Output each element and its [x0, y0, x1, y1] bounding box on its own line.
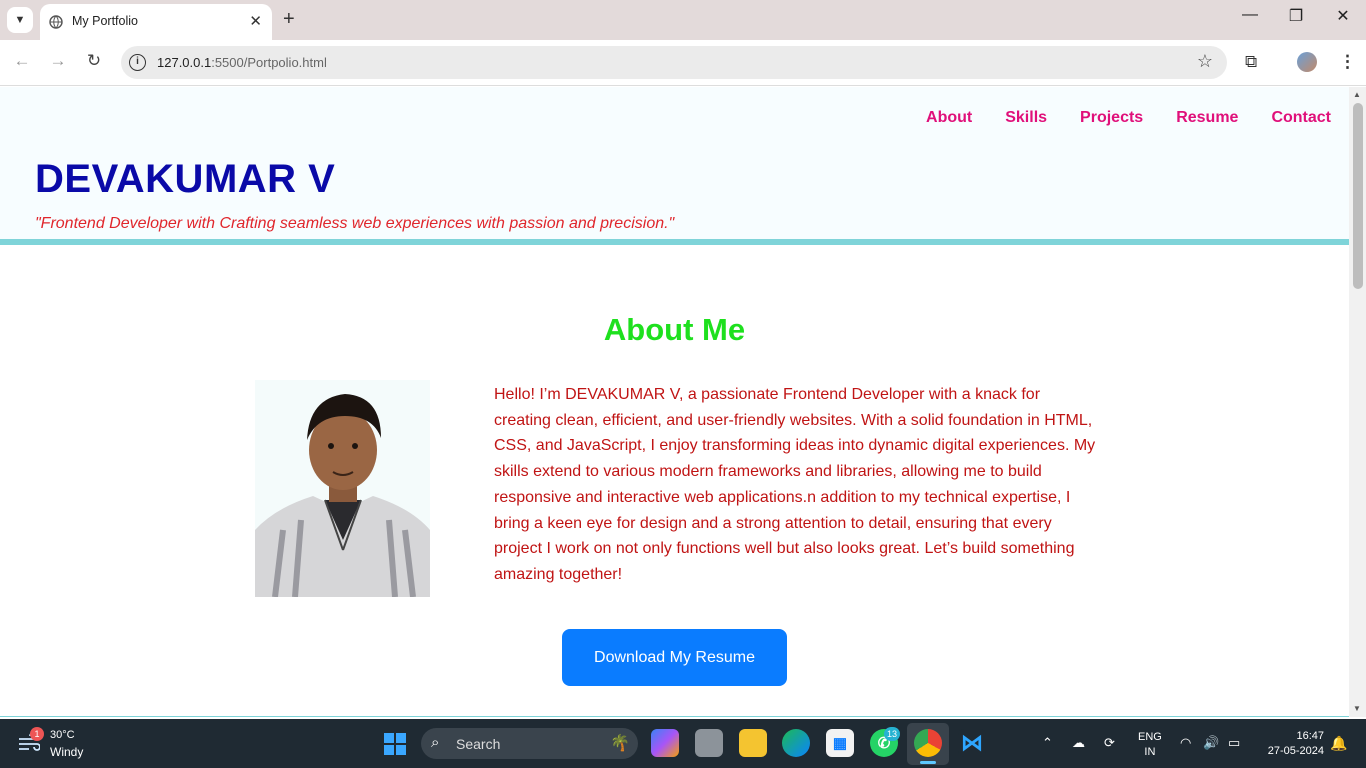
- tab-search-button[interactable]: ▼: [7, 7, 33, 33]
- edge-browser-icon[interactable]: [782, 729, 810, 757]
- about-paragraph: Hello! I’m DEVAKUMAR V, a passionate Fro…: [494, 386, 1096, 583]
- windows-taskbar: 1 30°C Windy ⌕ Search 🌴 ▦ ✆ 13 ⋈ ⌃ ☁ ⟳ E…: [0, 719, 1366, 768]
- clock-time: 16:47: [1296, 730, 1324, 742]
- vscode-icon[interactable]: ⋈: [958, 729, 986, 757]
- whatsapp-unread-badge: 13: [884, 727, 900, 741]
- language-code: ENG: [1138, 731, 1162, 743]
- minimize-icon[interactable]: —: [1230, 6, 1270, 24]
- address-bar[interactable]: i 127.0.0.1:5500/Portpolio.html ☆: [121, 46, 1227, 79]
- weather-temperature[interactable]: 30°C: [50, 729, 75, 741]
- file-explorer-icon[interactable]: [739, 729, 767, 757]
- tab-title: My Portfolio: [72, 14, 138, 28]
- nav-link-about[interactable]: About: [926, 109, 972, 127]
- browser-toolbar: ← → ↻ i 127.0.0.1:5500/Portpolio.html ☆ …: [0, 40, 1366, 86]
- page-scrollbar[interactable]: ▲ ▼: [1349, 87, 1366, 717]
- battery-icon[interactable]: ▭: [1228, 735, 1240, 751]
- region-code: IN: [1144, 746, 1156, 758]
- forward-arrow-icon[interactable]: →: [46, 51, 70, 71]
- site-name: DEVAKUMAR V: [35, 157, 336, 201]
- url-text[interactable]: 127.0.0.1:5500/Portpolio.html: [157, 55, 327, 70]
- browser-tab[interactable]: My Portfolio ✕: [40, 4, 272, 40]
- volume-icon[interactable]: 🔊: [1203, 735, 1219, 751]
- system-clock[interactable]: 16:47 27-05-2024: [1258, 729, 1324, 759]
- scroll-down-arrow-icon[interactable]: ▼: [1353, 704, 1361, 713]
- globe-icon: [49, 15, 63, 29]
- close-window-icon[interactable]: ✕: [1323, 6, 1363, 26]
- profile-photo: [255, 380, 430, 597]
- nav-link-projects[interactable]: Projects: [1080, 109, 1143, 127]
- chrome-browser-icon[interactable]: [914, 729, 942, 757]
- windows-start-icon[interactable]: [384, 733, 406, 755]
- download-resume-button[interactable]: Download My Resume: [562, 629, 787, 686]
- site-header: About Skills Projects Resume Contact DEV…: [0, 87, 1349, 245]
- site-tagline: "Frontend Developer with Crafting seamle…: [35, 215, 675, 232]
- restore-icon[interactable]: ❐: [1276, 6, 1316, 26]
- task-view-icon[interactable]: [695, 729, 723, 757]
- bookmark-star-icon[interactable]: ☆: [1197, 51, 1213, 72]
- nav-link-contact[interactable]: Contact: [1271, 109, 1331, 127]
- scroll-up-arrow-icon[interactable]: ▲: [1353, 90, 1361, 99]
- site-info-icon[interactable]: i: [129, 54, 146, 71]
- back-arrow-icon[interactable]: ←: [10, 51, 34, 71]
- search-icon: ⌕: [431, 734, 440, 751]
- weather-notification-badge: 1: [30, 727, 44, 741]
- new-tab-plus-icon[interactable]: +: [283, 8, 295, 30]
- wifi-icon[interactable]: ◠: [1180, 735, 1191, 751]
- notification-bell-icon[interactable]: 🔔: [1330, 735, 1347, 752]
- microsoft-store-icon[interactable]: ▦: [826, 729, 854, 757]
- taskbar-search-label: Search: [456, 736, 501, 752]
- nav-link-skills[interactable]: Skills: [1005, 109, 1047, 127]
- nav-link-resume[interactable]: Resume: [1176, 109, 1238, 127]
- url-host: 127.0.0.1: [157, 55, 212, 70]
- extensions-puzzle-icon[interactable]: ⧉: [1245, 52, 1257, 72]
- active-app-indicator: [920, 761, 936, 764]
- site-nav: About Skills Projects Resume Contact: [926, 109, 1331, 127]
- browser-tab-strip: ▼ My Portfolio ✕ + — ❐ ✕: [0, 0, 1366, 40]
- search-highlight-icon: 🌴: [610, 735, 630, 752]
- close-tab-icon[interactable]: ✕: [249, 12, 262, 30]
- chevron-up-icon[interactable]: ⌃: [1042, 735, 1053, 751]
- copilot-app-icon[interactable]: [651, 729, 679, 757]
- clock-date: 27-05-2024: [1267, 745, 1324, 757]
- section-divider: [0, 716, 1349, 717]
- profile-avatar[interactable]: [1297, 52, 1317, 72]
- reload-icon[interactable]: ↻: [82, 51, 106, 71]
- language-indicator[interactable]: ENG IN: [1138, 730, 1162, 760]
- onedrive-cloud-icon[interactable]: ☁: [1072, 735, 1085, 751]
- person-portrait-icon: [255, 380, 430, 597]
- sync-icon[interactable]: ⟳: [1104, 735, 1115, 751]
- about-section-title: About Me: [603, 312, 746, 347]
- scrollbar-thumb[interactable]: [1353, 103, 1363, 289]
- page-viewport: About Skills Projects Resume Contact DEV…: [0, 87, 1349, 717]
- chevron-down-icon: ▼: [14, 14, 26, 26]
- weather-description[interactable]: Windy: [50, 745, 83, 759]
- taskbar-search-box[interactable]: ⌕ Search 🌴: [421, 728, 638, 759]
- menu-kebab-icon[interactable]: ⋮: [1339, 52, 1356, 72]
- url-path: :5500/Portpolio.html: [211, 55, 327, 70]
